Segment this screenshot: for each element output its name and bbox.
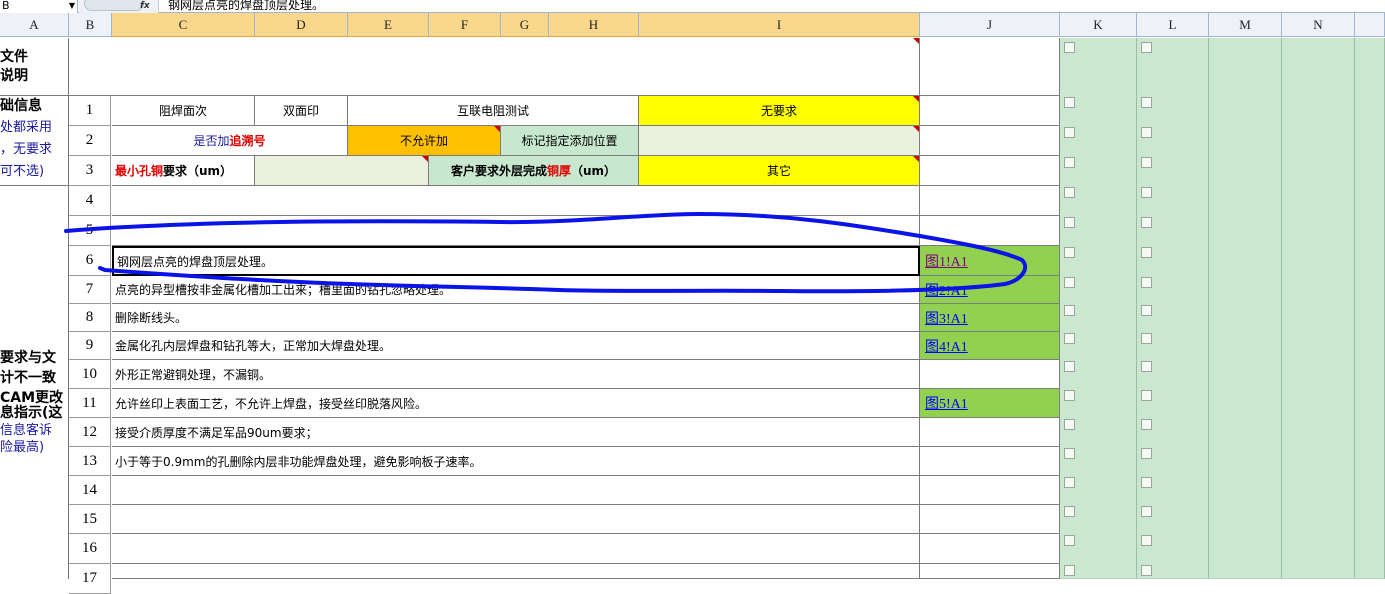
hand-drawn-annotation bbox=[64, 212, 1028, 294]
annotation-loop bbox=[64, 212, 1028, 294]
